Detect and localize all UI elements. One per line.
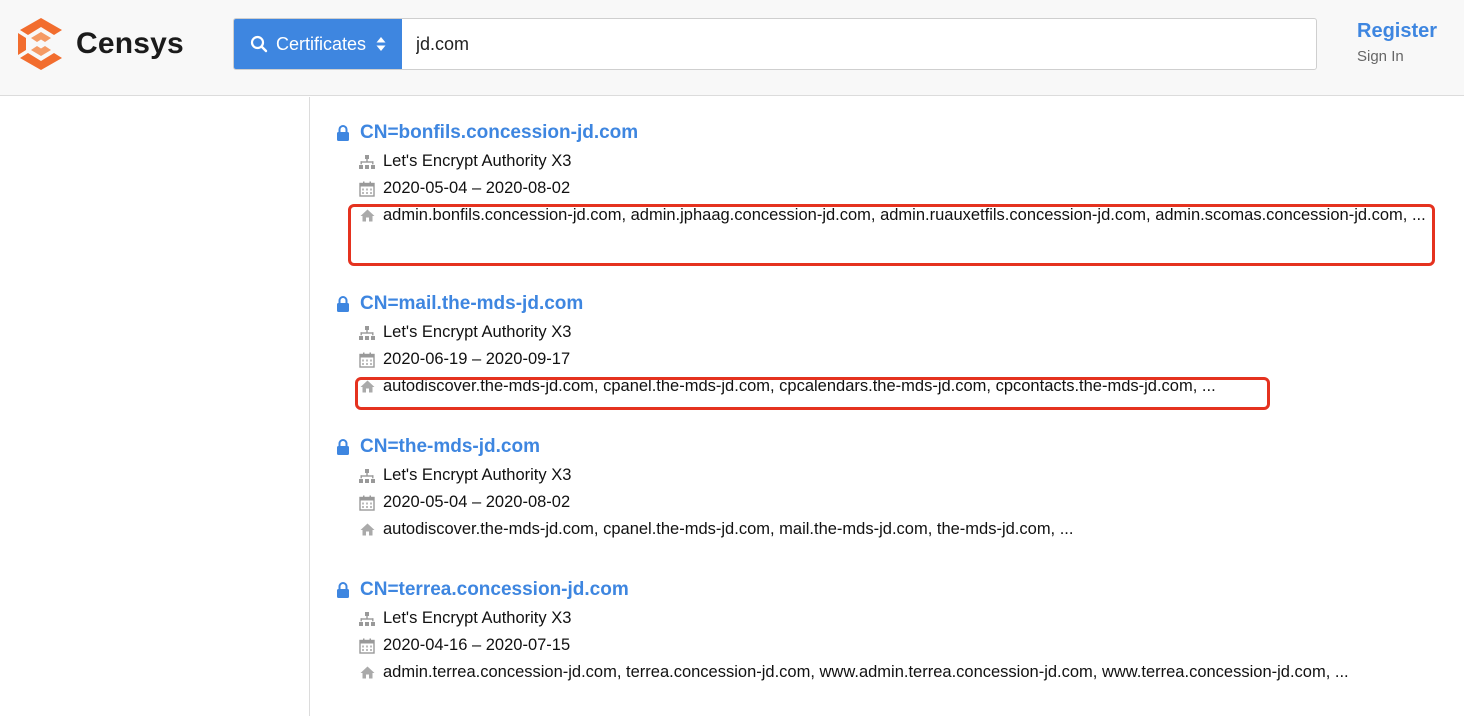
sitemap-icon xyxy=(358,319,376,346)
issuer-row: Let's Encrypt Authority X3 xyxy=(334,319,1444,346)
names-text: autodiscover.the-mds-jd.com, cpanel.the-… xyxy=(383,377,1216,395)
result-cn-link[interactable]: CN=mail.the-mds-jd.com xyxy=(360,293,583,315)
result-item: CN=the-mds-jd.com Let's Encrypt Authorit… xyxy=(334,432,1444,575)
search-type-dropdown[interactable]: Certificates xyxy=(234,19,402,69)
issuer-text: Let's Encrypt Authority X3 xyxy=(383,466,572,484)
result-cn-link[interactable]: CN=the-mds-jd.com xyxy=(360,436,540,458)
calendar-icon xyxy=(358,175,376,202)
results-list: CN=bonfils.concession-jd.com Let's Encry… xyxy=(334,118,1444,705)
lock-icon xyxy=(334,439,352,455)
validity-text: 2020-05-04 – 2020-08-02 xyxy=(383,493,571,511)
sitemap-icon xyxy=(358,462,376,489)
validity-text: 2020-04-16 – 2020-07-15 xyxy=(383,636,571,654)
issuer-row: Let's Encrypt Authority X3 xyxy=(334,148,1444,175)
sort-updown-icon xyxy=(376,36,386,52)
lock-icon xyxy=(334,125,352,141)
search-input[interactable] xyxy=(402,19,1316,69)
top-header: Censys Certificates Register Sign In xyxy=(0,0,1464,96)
names-text: admin.terrea.concession-jd.com, terrea.c… xyxy=(383,663,1349,681)
names-row: admin.bonfils.concession-jd.com, admin.j… xyxy=(334,202,1444,229)
search-type-label: Certificates xyxy=(275,33,367,54)
lock-icon xyxy=(334,296,352,312)
validity-row: 2020-05-04 – 2020-08-02 xyxy=(334,489,1444,516)
sitemap-icon xyxy=(358,605,376,632)
sidebar-panel xyxy=(0,97,310,716)
result-title: CN=the-mds-jd.com xyxy=(334,432,1444,462)
validity-row: 2020-06-19 – 2020-09-17 xyxy=(334,346,1444,373)
names-row: autodiscover.the-mds-jd.com, cpanel.the-… xyxy=(334,516,1444,543)
search-bar: Certificates xyxy=(233,18,1317,70)
names-text: autodiscover.the-mds-jd.com, cpanel.the-… xyxy=(383,520,1074,538)
names-text: admin.bonfils.concession-jd.com, admin.j… xyxy=(383,206,1426,224)
validity-row: 2020-04-16 – 2020-07-15 xyxy=(334,632,1444,659)
result-item: CN=mail.the-mds-jd.com Let's Encrypt Aut… xyxy=(334,289,1444,432)
names-row: admin.terrea.concession-jd.com, terrea.c… xyxy=(334,659,1444,686)
result-title: CN=mail.the-mds-jd.com xyxy=(334,289,1444,319)
validity-text: 2020-06-19 – 2020-09-17 xyxy=(383,350,571,368)
censys-logo-icon xyxy=(18,18,62,70)
brand-name: Censys xyxy=(76,27,184,60)
validity-row: 2020-05-04 – 2020-08-02 xyxy=(334,175,1444,202)
result-title: CN=terrea.concession-jd.com xyxy=(334,575,1444,605)
home-icon xyxy=(358,516,376,543)
lock-icon xyxy=(334,582,352,598)
calendar-icon xyxy=(358,489,376,516)
signin-link[interactable]: Sign In xyxy=(1357,48,1404,65)
result-cn-link[interactable]: CN=terrea.concession-jd.com xyxy=(360,579,629,601)
issuer-row: Let's Encrypt Authority X3 xyxy=(334,605,1444,632)
issuer-text: Let's Encrypt Authority X3 xyxy=(383,323,572,341)
calendar-icon xyxy=(358,632,376,659)
search-icon xyxy=(250,35,268,53)
issuer-row: Let's Encrypt Authority X3 xyxy=(334,462,1444,489)
censys-logo[interactable]: Censys xyxy=(18,18,184,70)
issuer-text: Let's Encrypt Authority X3 xyxy=(383,152,572,170)
home-icon xyxy=(358,202,376,229)
register-link[interactable]: Register xyxy=(1357,20,1437,43)
validity-text: 2020-05-04 – 2020-08-02 xyxy=(383,179,571,197)
sitemap-icon xyxy=(358,148,376,175)
result-title: CN=bonfils.concession-jd.com xyxy=(334,118,1444,148)
home-icon xyxy=(358,659,376,686)
result-item: CN=bonfils.concession-jd.com Let's Encry… xyxy=(334,118,1444,289)
names-row: autodiscover.the-mds-jd.com, cpanel.the-… xyxy=(334,373,1444,400)
issuer-text: Let's Encrypt Authority X3 xyxy=(383,609,572,627)
home-icon xyxy=(358,373,376,400)
calendar-icon xyxy=(358,346,376,373)
result-item: CN=terrea.concession-jd.com Let's Encryp… xyxy=(334,575,1444,705)
result-cn-link[interactable]: CN=bonfils.concession-jd.com xyxy=(360,122,638,144)
